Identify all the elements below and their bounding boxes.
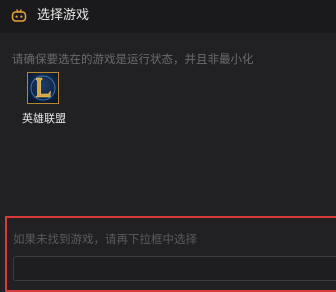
- game-select-panel: 选择游戏 请确保要选在的游戏是运行状态，并且非最小化 英雄联盟 如果未找到游戏，…: [0, 0, 336, 292]
- running-game-hint: 请确保要选在的游戏是运行状态，并且非最小化: [12, 52, 254, 66]
- game-item-league-of-legends[interactable]: 英雄联盟: [16, 72, 76, 132]
- game-dropdown[interactable]: [13, 256, 336, 281]
- game-label: 英雄联盟: [22, 112, 66, 125]
- panel-title: 选择游戏: [37, 8, 90, 23]
- gamepad-icon: [11, 8, 27, 24]
- panel-header: 选择游戏: [0, 0, 336, 33]
- manual-select-hint: 如果未找到游戏，请再下拉框中选择: [13, 232, 197, 246]
- manual-select-section: 如果未找到游戏，请再下拉框中选择: [5, 216, 336, 292]
- league-of-legends-icon: [27, 72, 59, 104]
